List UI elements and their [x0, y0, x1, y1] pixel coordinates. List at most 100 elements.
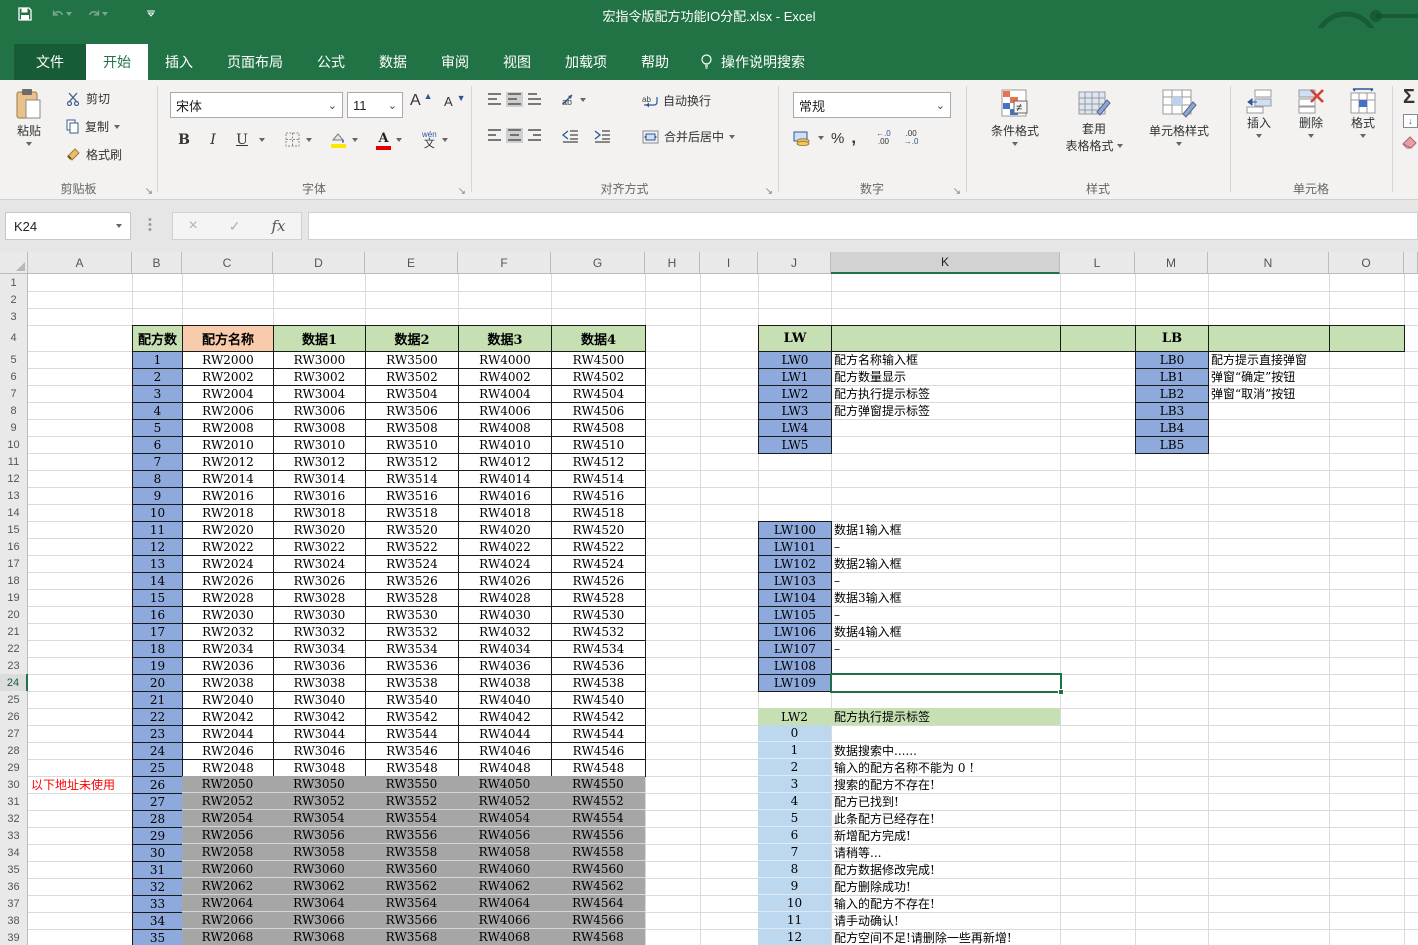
percent-style-button[interactable]: %	[831, 130, 844, 147]
recipe-index-cell-B10[interactable]: 6	[132, 436, 183, 454]
phonetic-button[interactable]: wén文	[422, 131, 437, 150]
address-cell-E8[interactable]: RW3506	[365, 402, 459, 420]
address-cell-F6[interactable]: RW4002	[458, 368, 552, 386]
font-size-select[interactable]: 11⌄	[347, 92, 403, 118]
tab-data[interactable]: 数据	[362, 44, 424, 80]
lw-desc-LW101[interactable]: –	[831, 538, 1060, 555]
lw2-header[interactable]: LW2	[758, 708, 831, 725]
row-header-35[interactable]: 35	[0, 861, 28, 879]
unused-address-cell-F35[interactable]: RW4060	[458, 861, 551, 878]
address-cell-E22[interactable]: RW3534	[365, 640, 459, 658]
column-header-C[interactable]: C	[182, 252, 273, 274]
address-cell-E21[interactable]: RW3532	[365, 623, 459, 641]
address-cell-C17[interactable]: RW2024	[182, 555, 274, 573]
grow-font-button[interactable]: A▲	[410, 92, 433, 110]
paste-button[interactable]: 粘贴	[14, 88, 44, 146]
address-cell-C13[interactable]: RW2016	[182, 487, 274, 505]
format-painter-button[interactable]: 格式刷	[66, 146, 122, 163]
orientation-icon[interactable]: ab	[561, 92, 577, 107]
format-as-table-button[interactable]: 套用 表格格式	[1055, 88, 1133, 154]
unused-address-cell-E37[interactable]: RW3564	[365, 895, 458, 912]
lw-desc-LW2[interactable]: 配方执行提示标签	[831, 385, 1060, 402]
lw2-code-8[interactable]: 8	[758, 861, 831, 878]
unused-address-cell-G32[interactable]: RW4554	[551, 810, 645, 827]
address-cell-F26[interactable]: RW4042	[458, 708, 552, 726]
address-cell-F9[interactable]: RW4008	[458, 419, 552, 437]
address-cell-E28[interactable]: RW3546	[365, 742, 459, 760]
address-cell-F10[interactable]: RW4010	[458, 436, 552, 454]
address-cell-F12[interactable]: RW4014	[458, 470, 552, 488]
column-header-N[interactable]: N	[1208, 252, 1329, 274]
recipe-index-cell-B13[interactable]: 9	[132, 487, 183, 505]
row-header-2[interactable]: 2	[0, 291, 28, 309]
unused-address-cell-G38[interactable]: RW4566	[551, 912, 645, 929]
lw-address-LW108[interactable]: LW108	[758, 657, 832, 675]
unused-address-cell-D31[interactable]: RW3052	[273, 793, 365, 810]
column-header-B[interactable]: B	[132, 252, 182, 274]
unused-address-cell-D36[interactable]: RW3062	[273, 878, 365, 895]
selected-cell-K24[interactable]	[830, 673, 1062, 693]
lw2-code-0[interactable]: 0	[758, 725, 831, 742]
column-header-I[interactable]: I	[700, 252, 758, 274]
address-cell-C23[interactable]: RW2036	[182, 657, 274, 675]
lw2-message-7[interactable]: 请稍等...	[831, 844, 1060, 861]
column-header-D[interactable]: D	[273, 252, 365, 274]
address-cell-G12[interactable]: RW4514	[551, 470, 646, 488]
address-cell-G16[interactable]: RW4522	[551, 538, 646, 556]
unused-address-cell-F39[interactable]: RW4068	[458, 929, 551, 945]
formula-input[interactable]	[308, 212, 1418, 240]
address-cell-G26[interactable]: RW4542	[551, 708, 646, 726]
recipe-index-cell-B39[interactable]: 35	[132, 929, 183, 945]
lb-address-LB3[interactable]: LB3	[1135, 402, 1209, 420]
address-cell-G9[interactable]: RW4508	[551, 419, 646, 437]
row-header-16[interactable]: 16	[0, 538, 28, 556]
recipe-index-cell-B30[interactable]: 26	[132, 776, 183, 794]
unused-address-cell-F37[interactable]: RW4064	[458, 895, 551, 912]
unused-address-cell-F30[interactable]: RW4050	[458, 776, 551, 793]
recipe-index-cell-B29[interactable]: 25	[132, 759, 183, 777]
tab-home[interactable]: 开始	[86, 44, 148, 80]
copy-button[interactable]: 复制	[66, 118, 120, 135]
unused-address-cell-C36[interactable]: RW2062	[182, 878, 273, 895]
recipe-index-cell-B16[interactable]: 12	[132, 538, 183, 556]
address-cell-C26[interactable]: RW2042	[182, 708, 274, 726]
lw-desc-LW1[interactable]: 配方数量显示	[831, 368, 1060, 385]
lb-address-LB0[interactable]: LB0	[1135, 351, 1209, 369]
align-right-icon[interactable]	[526, 128, 543, 143]
address-cell-E20[interactable]: RW3530	[365, 606, 459, 624]
unused-address-cell-D33[interactable]: RW3056	[273, 827, 365, 844]
unused-address-cell-G39[interactable]: RW4568	[551, 929, 645, 945]
unused-address-cell-E34[interactable]: RW3558	[365, 844, 458, 861]
unused-address-cell-C34[interactable]: RW2058	[182, 844, 273, 861]
row-header-13[interactable]: 13	[0, 487, 28, 505]
recipe-index-cell-B6[interactable]: 2	[132, 368, 183, 386]
address-cell-C21[interactable]: RW2032	[182, 623, 274, 641]
lw2-message-8[interactable]: 配方数据修改完成!	[831, 861, 1060, 878]
address-cell-G11[interactable]: RW4512	[551, 453, 646, 471]
green-band-cell-O4[interactable]	[1329, 325, 1405, 352]
lw-address-LW109[interactable]: LW109	[758, 674, 832, 692]
lw-desc-LW102[interactable]: 数据2输入框	[831, 555, 1060, 572]
unused-address-cell-C32[interactable]: RW2054	[182, 810, 273, 827]
row-header-19[interactable]: 19	[0, 589, 28, 607]
unused-address-cell-G31[interactable]: RW4552	[551, 793, 645, 810]
address-cell-G20[interactable]: RW4530	[551, 606, 646, 624]
address-cell-C27[interactable]: RW2044	[182, 725, 274, 743]
lw-table-header[interactable]: LW	[758, 325, 832, 352]
row-header-5[interactable]: 5	[0, 351, 28, 369]
address-cell-D7[interactable]: RW3004	[273, 385, 366, 403]
recipe-index-cell-B11[interactable]: 7	[132, 453, 183, 471]
unused-address-cell-D38[interactable]: RW3066	[273, 912, 365, 929]
fill-handle[interactable]	[1058, 689, 1064, 695]
address-cell-F5[interactable]: RW4000	[458, 351, 552, 369]
unused-address-cell-G36[interactable]: RW4562	[551, 878, 645, 895]
italic-button[interactable]: I	[201, 128, 225, 152]
merge-center-button[interactable]: 合并后居中	[642, 128, 735, 145]
address-cell-F21[interactable]: RW4032	[458, 623, 552, 641]
lb-address-LB4[interactable]: LB4	[1135, 419, 1209, 437]
lw2-code-7[interactable]: 7	[758, 844, 831, 861]
address-cell-C24[interactable]: RW2038	[182, 674, 274, 692]
address-cell-F7[interactable]: RW4004	[458, 385, 552, 403]
address-cell-F13[interactable]: RW4016	[458, 487, 552, 505]
unused-address-cell-D35[interactable]: RW3060	[273, 861, 365, 878]
